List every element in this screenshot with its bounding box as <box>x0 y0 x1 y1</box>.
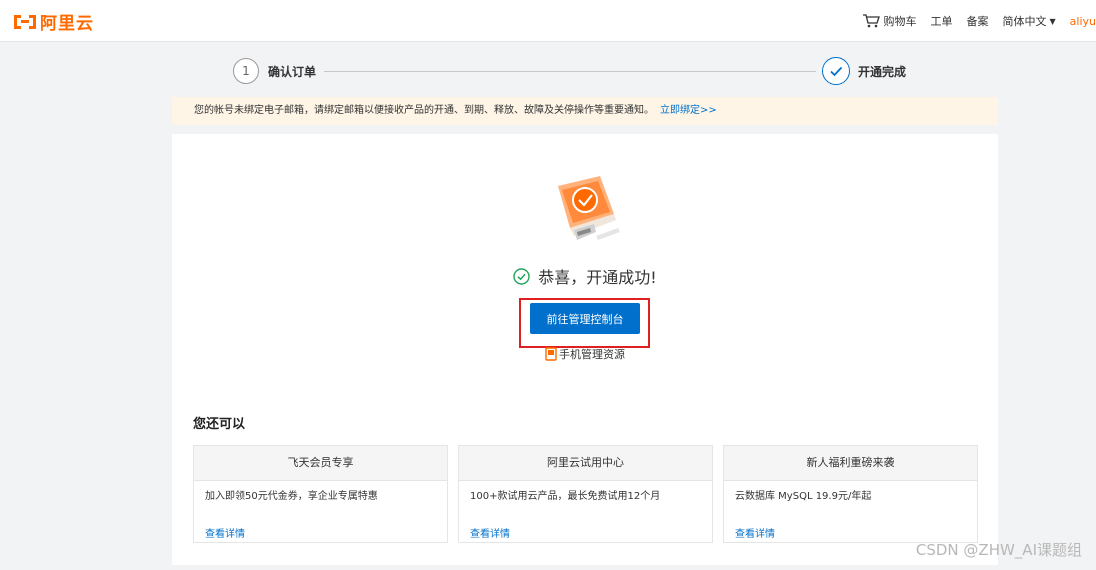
card-title: 阿里云试用中心 <box>459 446 712 481</box>
card-title: 新人福利重磅来袭 <box>724 446 977 481</box>
card-description: 加入即领50元代金券，享企业专属特惠 <box>205 491 378 502</box>
step-bar: 1 确认订单 开通完成 <box>0 42 1096 100</box>
more-section-title: 您还可以 <box>193 417 246 432</box>
success-check-icon <box>513 267 530 285</box>
result-panel: 恭喜，开通成功! 前往管理控制台 手机管理资源 您还可以 飞天会员专享 加入即领… <box>172 134 998 565</box>
success-message-row: 恭喜，开通成功! <box>172 264 998 288</box>
card-description: 云数据库 MySQL 19.9元/年起 <box>735 491 872 502</box>
filing-link[interactable]: 备案 <box>967 13 989 29</box>
ticket-link[interactable]: 工单 <box>931 13 953 29</box>
cart-label: 购物车 <box>883 15 917 28</box>
cart-link[interactable]: 购物车 <box>862 13 917 29</box>
language-selector[interactable]: 简体中文 ▼ <box>1003 13 1056 29</box>
promo-card: 飞天会员专享 加入即领50元代金券，享企业专属特惠 查看详情 <box>193 445 448 543</box>
mobile-phone-icon <box>545 347 557 361</box>
card-title: 飞天会员专享 <box>194 446 447 481</box>
success-illustration-icon <box>558 176 620 240</box>
card-details-link[interactable]: 查看详情 <box>735 525 775 540</box>
promo-card: 新人福利重磅来袭 云数据库 MySQL 19.9元/年起 查看详情 <box>723 445 978 543</box>
top-bar: 阿里云 购物车 工单 备案 简体中文 ▼ aliyu <box>0 0 1096 42</box>
email-notice-bar: 您的帐号未绑定电子邮箱，请绑定邮箱以便接收产品的开通、到期、释放、故障及关停操作… <box>172 97 998 125</box>
notice-text: 您的帐号未绑定电子邮箱，请绑定邮箱以便接收产品的开通、到期、释放、故障及关停操作… <box>194 105 654 116</box>
step-2-check-icon <box>822 57 850 85</box>
step-connector <box>324 71 816 72</box>
step-1-label: 确认订单 <box>268 65 317 79</box>
user-menu[interactable]: aliyu <box>1070 15 1096 28</box>
card-details-link[interactable]: 查看详情 <box>205 525 245 540</box>
step-1-number: 1 <box>233 58 259 84</box>
mobile-manage-link[interactable]: 手机管理资源 <box>545 346 625 362</box>
card-description: 100+款试用云产品，最长免费试用12个月 <box>470 491 661 502</box>
aliyun-logo-icon <box>14 14 36 29</box>
language-label: 简体中文 <box>1002 15 1047 28</box>
success-message: 恭喜，开通成功! <box>538 268 657 287</box>
caret-down-icon: ▼ <box>1049 16 1056 26</box>
watermark: CSDN @ZHW_AI课题组 <box>915 541 1082 559</box>
top-nav: 购物车 工单 备案 简体中文 ▼ aliyu <box>862 0 1096 42</box>
promo-card: 阿里云试用中心 100+款试用云产品，最长免费试用12个月 查看详情 <box>458 445 713 543</box>
cart-icon <box>862 14 880 28</box>
step-2-label: 开通完成 <box>858 65 907 79</box>
mobile-manage-label: 手机管理资源 <box>559 348 625 361</box>
logo-text: 阿里云 <box>40 14 94 34</box>
annotation-highlight-box <box>519 298 650 348</box>
card-details-link[interactable]: 查看详情 <box>470 525 510 540</box>
aliyun-logo[interactable]: 阿里云 <box>14 9 94 34</box>
bind-email-link[interactable]: 立即绑定>> <box>660 105 717 116</box>
